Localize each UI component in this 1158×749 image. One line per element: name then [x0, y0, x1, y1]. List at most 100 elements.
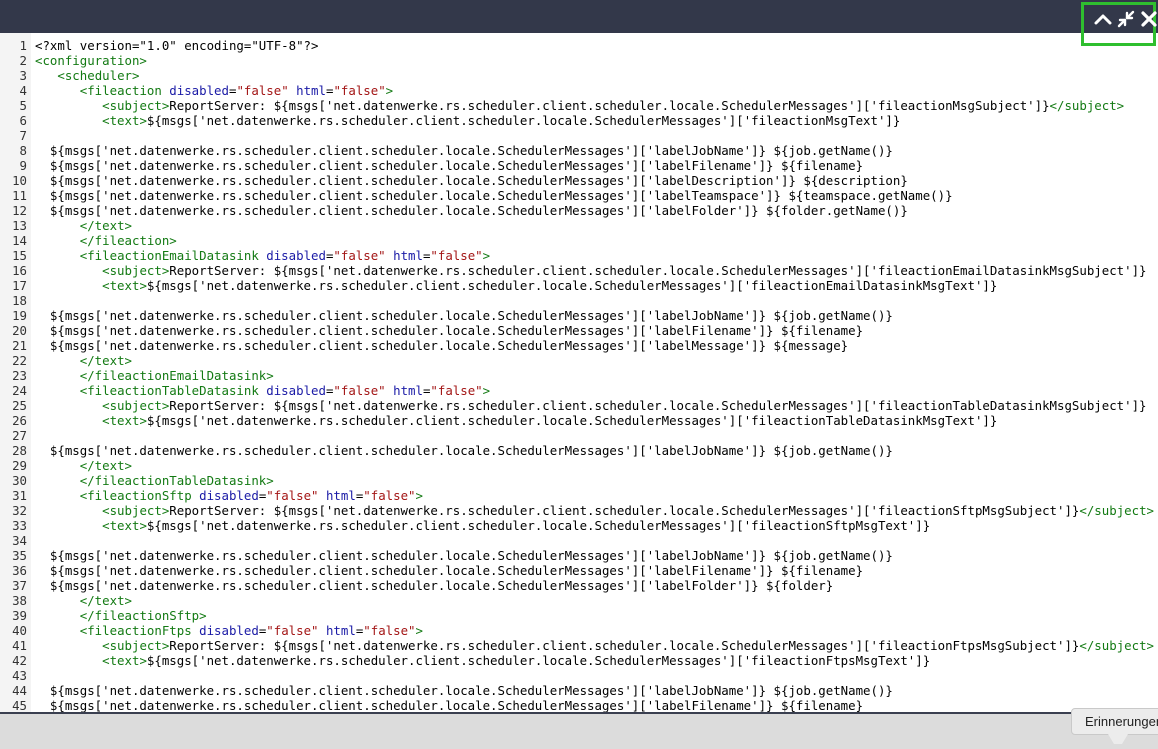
line-number: 33 [12, 518, 27, 533]
line-number: 14 [12, 233, 27, 248]
code-text: </text> [35, 458, 132, 473]
code-token: <text> [102, 113, 147, 128]
line-number: 3 [19, 68, 27, 83]
code-line: 5 <subject>ReportServer: ${msgs['net.dat… [0, 98, 1158, 113]
code-token: > [415, 488, 423, 503]
code-token: disabled [199, 488, 259, 503]
chevron-up-icon[interactable] [1093, 9, 1113, 29]
code-token: disabled [266, 248, 326, 263]
code-text: ${msgs['net.datenwerke.rs.scheduler.clie… [35, 173, 908, 188]
line-number: 35 [12, 548, 27, 563]
code-token: ${msgs['net.datenwerke.rs.scheduler.clie… [35, 188, 953, 203]
line-number: 29 [12, 458, 27, 473]
code-text: <fileactionEmailDatasink disabled="false… [35, 248, 490, 263]
code-line: 36 ${msgs['net.datenwerke.rs.scheduler.c… [0, 563, 1158, 578]
code-token: ReportServer: ${msgs['net.datenwerke.rs.… [169, 398, 1147, 413]
bottom-toolbar [0, 712, 1158, 749]
code-line: 12 ${msgs['net.datenwerke.rs.scheduler.c… [0, 203, 1158, 218]
code-text: ${msgs['net.datenwerke.rs.scheduler.clie… [35, 563, 863, 578]
code-token: </text> [79, 593, 132, 608]
line-number: 1 [19, 38, 27, 53]
line-number: 31 [12, 488, 27, 503]
code-text: <scheduler> [35, 68, 139, 83]
code-line: 28 ${msgs['net.datenwerke.rs.scheduler.c… [0, 443, 1158, 458]
code-line: 37 ${msgs['net.datenwerke.rs.scheduler.c… [0, 578, 1158, 593]
code-line: 30 </fileactionTableDatasink> [0, 473, 1158, 488]
line-number: 18 [12, 293, 27, 308]
line-number: 41 [12, 638, 27, 653]
code-line: 8 ${msgs['net.datenwerke.rs.scheduler.cl… [0, 143, 1158, 158]
code-line: 33 <text>${msgs['net.datenwerke.rs.sched… [0, 518, 1158, 533]
code-line: 26 <text>${msgs['net.datenwerke.rs.sched… [0, 413, 1158, 428]
code-token: html [325, 488, 356, 503]
code-token: "false" [363, 623, 416, 638]
code-token: ${msgs['net.datenwerke.rs.scheduler.clie… [146, 653, 931, 668]
code-text: ${msgs['net.datenwerke.rs.scheduler.clie… [35, 578, 833, 593]
line-number: 39 [12, 608, 27, 623]
code-text: <subject>ReportServer: ${msgs['net.daten… [35, 263, 1147, 278]
code-token: ${msgs['net.datenwerke.rs.scheduler.clie… [35, 158, 864, 173]
code-token: </fileactionTableDatasink> [79, 473, 274, 488]
shrink-arrows-icon[interactable] [1116, 9, 1136, 29]
code-text: ${msgs['net.datenwerke.rs.scheduler.clie… [35, 683, 893, 698]
code-token: ReportServer: ${msgs['net.datenwerke.rs.… [169, 263, 1147, 278]
code-line: 29 </text> [0, 458, 1158, 473]
line-number: 22 [12, 353, 27, 368]
code-token: <configuration> [35, 53, 147, 68]
code-line: 6 <text>${msgs['net.datenwerke.rs.schedu… [0, 113, 1158, 128]
line-number: 4 [19, 83, 27, 98]
code-text: <subject>ReportServer: ${msgs['net.daten… [35, 98, 1124, 113]
code-line: 45 ${msgs['net.datenwerke.rs.scheduler.c… [0, 698, 1158, 712]
code-text: ${msgs['net.datenwerke.rs.scheduler.clie… [35, 158, 863, 173]
code-token: <text> [102, 518, 147, 533]
line-number: 25 [12, 398, 27, 413]
code-token: disabled [199, 623, 259, 638]
line-number: 38 [12, 593, 27, 608]
line-number: 17 [12, 278, 27, 293]
code-text: <subject>ReportServer: ${msgs['net.daten… [35, 503, 1154, 518]
code-line: 25 <subject>ReportServer: ${msgs['net.da… [0, 398, 1158, 413]
code-token: "false" [430, 248, 483, 263]
line-number: 23 [12, 368, 27, 383]
code-text: <fileaction disabled="false" html="false… [35, 83, 393, 98]
code-line: 1 <?xml version="1.0" encoding="UTF-8"?> [0, 38, 1158, 53]
code-token: disabled [266, 383, 326, 398]
code-token: html [393, 248, 423, 263]
window-titlebar [0, 0, 1158, 33]
code-text: <text>${msgs['net.datenwerke.rs.schedule… [35, 278, 997, 293]
line-number: 2 [19, 53, 27, 68]
code-token: "false" [333, 248, 386, 263]
code-editor[interactable]: 1 <?xml version="1.0" encoding="UTF-8"?> 2… [0, 33, 1158, 712]
line-number: 43 [12, 668, 27, 683]
code-text: ${msgs['net.datenwerke.rs.scheduler.clie… [35, 548, 893, 563]
code-token: </fileactionSftp> [79, 608, 207, 623]
code-text: ${msgs['net.datenwerke.rs.scheduler.clie… [35, 188, 953, 203]
code-token: "false" [333, 83, 386, 98]
reminders-pointer [1108, 734, 1128, 744]
reminders-button[interactable]: Erinnerungen [1071, 708, 1158, 735]
code-line: 35 ${msgs['net.datenwerke.rs.scheduler.c… [0, 548, 1158, 563]
code-token: <fileaction [79, 83, 170, 98]
code-text: </fileactionTableDatasink> [35, 473, 274, 488]
code-line: 34 [0, 533, 1158, 548]
code-token: ${msgs['net.datenwerke.rs.scheduler.clie… [35, 548, 893, 563]
code-token: ${msgs['net.datenwerke.rs.scheduler.clie… [35, 143, 893, 158]
code-token: <fileactionFtps [79, 623, 200, 638]
close-icon[interactable] [1139, 9, 1158, 29]
code-token: ${msgs['net.datenwerke.rs.scheduler.clie… [146, 518, 931, 533]
code-text: </text> [35, 593, 132, 608]
code-text: <subject>ReportServer: ${msgs['net.daten… [35, 398, 1147, 413]
code-token: ${msgs['net.datenwerke.rs.scheduler.clie… [35, 683, 893, 698]
line-number: 27 [12, 428, 27, 443]
line-number: 36 [12, 563, 27, 578]
line-number: 16 [12, 263, 27, 278]
